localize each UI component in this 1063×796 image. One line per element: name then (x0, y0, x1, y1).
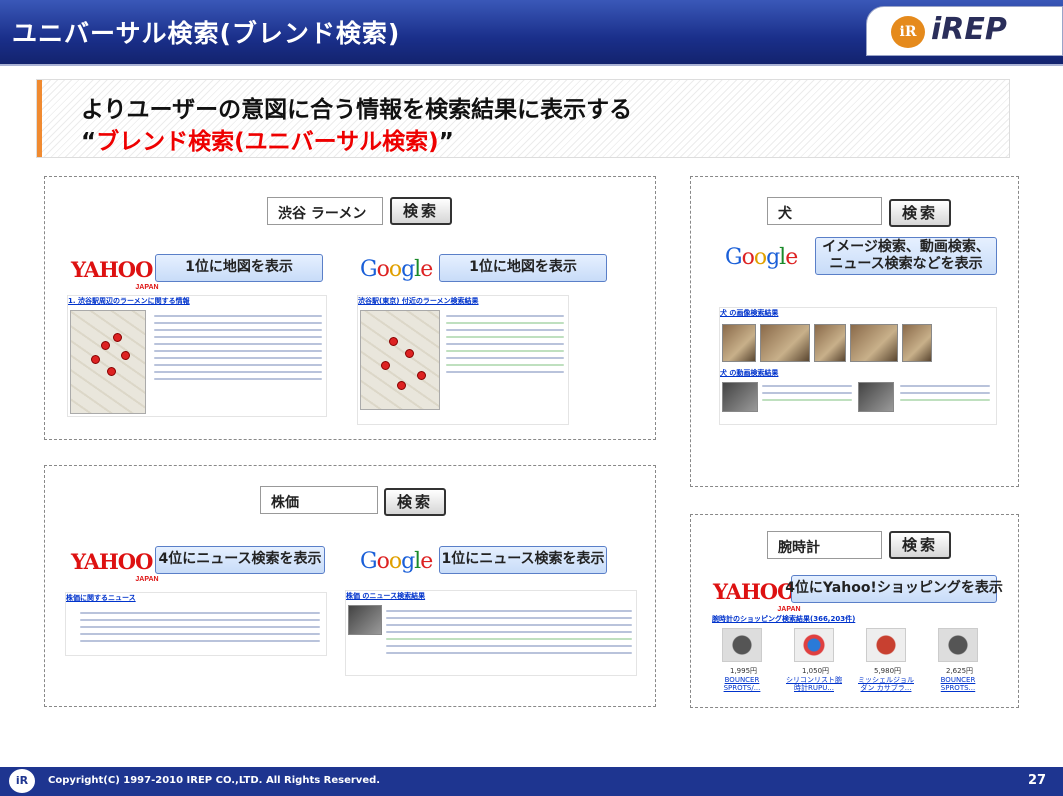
search-query-box: 犬 (767, 197, 882, 225)
snippet-title: 1. 渋谷駅周辺のラーメンに関する情報 (68, 297, 190, 305)
google-callout: 1位にニュース検索を表示 (439, 546, 607, 574)
yahoo-callout: 1位に地図を表示 (155, 254, 323, 282)
headline-box: よりユーザーの意図に合う情報を検索結果に表示する “ブレンド検索(ユニバーサル検… (36, 79, 1010, 158)
snippet-title: 渋谷駅(東京) 付近のラーメン検索結果 (358, 297, 479, 305)
panel-watch: 腕時計 検索 YAHOO! JAPAN 4位にYahoo!ショッピングを表示 腕時… (690, 514, 1019, 708)
search-query-box: 腕時計 (767, 531, 882, 559)
irep-logo: iR iREP (866, 6, 1063, 56)
google-logo: Google (725, 245, 798, 270)
product-link: BOUNCER SPROTS... (940, 676, 976, 692)
yahoo-shopping-snippet: 腕時計のショッピング検索結果(366,203件) 1,995円 BOUNCER … (711, 613, 1005, 701)
product-link: BOUNCER SPROTS/... (723, 676, 761, 692)
result-map (360, 310, 440, 410)
search-query-box: 株価 (260, 486, 378, 514)
title-rule (0, 64, 1063, 66)
yahoo-result-snippet: 1. 渋谷駅周辺のラーメンに関する情報 (67, 295, 327, 417)
search-button: 検索 (889, 199, 951, 227)
image-thumbnail (902, 324, 932, 362)
irep-logo-text: iREP (931, 12, 1007, 47)
yahoo-callout: 4位にニュース検索を表示 (155, 546, 325, 574)
google-result-snippet: 渋谷駅(東京) 付近のラーメン検索結果 (357, 295, 569, 425)
quote-close: ” (438, 129, 454, 155)
quote-open: “ (81, 129, 97, 155)
title-bar: ユニバーサル検索(ブレンド検索) iR iREP (0, 0, 1063, 64)
product-image (938, 628, 978, 662)
google-logo: Google (360, 257, 433, 282)
yahoo-callout: 4位にYahoo!ショッピングを表示 (785, 575, 1003, 603)
yahoo-logo: YAHOO! JAPAN (71, 549, 162, 583)
product-image (794, 628, 834, 662)
news-thumbnail (348, 605, 382, 635)
video-thumbnail (722, 382, 758, 412)
product-link: シリコンリスト腕時計RUPU... (786, 676, 842, 692)
search-query-box: 渋谷 ラーメン (267, 197, 383, 225)
footer-bar: iR Copyright(C) 1997-2010 IREP CO.,LTD. … (0, 767, 1063, 796)
video-results-title: 犬 の動画検索結果 (720, 369, 779, 377)
search-button: 検索 (390, 197, 452, 225)
panel-ramen: 渋谷 ラーメン 検索 YAHOO! JAPAN 1位に地図を表示 Google 1… (44, 176, 656, 440)
panel-dog: 犬 検索 Google イメージ検索、動画検索、 ニュース検索などを表示 犬 の画… (690, 176, 1019, 487)
snippet-title: 株価に関するニュース (66, 594, 136, 602)
callout-line-1: イメージ検索、動画検索、 (822, 238, 990, 255)
image-thumbnail (814, 324, 846, 362)
search-button: 検索 (889, 531, 951, 559)
image-thumbnail (722, 324, 756, 362)
image-thumbnail (760, 324, 810, 362)
image-results-title: 犬 の画像検索結果 (720, 309, 779, 317)
video-thumbnail (858, 382, 894, 412)
google-image-video-snippet: 犬 の画像検索結果 犬 の動画検索結果 (719, 307, 997, 425)
snippet-title: 株価 のニュース検索結果 (346, 592, 426, 600)
slide: ユニバーサル検索(ブレンド検索) iR iREP よりユーザーの意図に合う情報を… (0, 0, 1063, 796)
google-logo: Google (360, 549, 433, 574)
yahoo-news-snippet: 株価に関するニュース (65, 592, 327, 656)
headline-line-1: よりユーザーの意図に合う情報を検索結果に表示する (81, 97, 633, 123)
result-map (70, 310, 146, 414)
yahoo-logo: YAHOO! JAPAN (71, 257, 162, 291)
google-callout: イメージ検索、動画検索、 ニュース検索などを表示 (815, 237, 997, 275)
irep-mark-icon: iR (9, 769, 35, 793)
copyright-text: Copyright(C) 1997-2010 IREP CO.,LTD. All… (48, 775, 381, 786)
irep-mark-icon: iR (891, 16, 925, 48)
page-number: 27 (1028, 773, 1047, 788)
slide-title: ユニバーサル検索(ブレンド検索) (12, 19, 401, 48)
search-button: 検索 (384, 488, 446, 516)
headline-emphasis: ブレンド検索(ユニバーサル検索) (96, 129, 439, 155)
snippet-title: 腕時計のショッピング検索結果(366,203件) (712, 615, 856, 623)
image-thumbnail (850, 324, 898, 362)
google-news-snippet: 株価 のニュース検索結果 (345, 590, 637, 676)
panel-stock: 株価 検索 YAHOO! JAPAN 4位にニュース検索を表示 Google 1位… (44, 465, 656, 707)
product-link: ミッシェルジョルダン カサブラ... (858, 676, 914, 692)
product-image (722, 628, 762, 662)
callout-line-2: ニュース検索などを表示 (829, 256, 983, 272)
headline-line-2: “ブレンド検索(ユニバーサル検索)” (81, 122, 454, 156)
headline-accent-bar (37, 80, 42, 157)
google-callout: 1位に地図を表示 (439, 254, 607, 282)
product-image (866, 628, 906, 662)
